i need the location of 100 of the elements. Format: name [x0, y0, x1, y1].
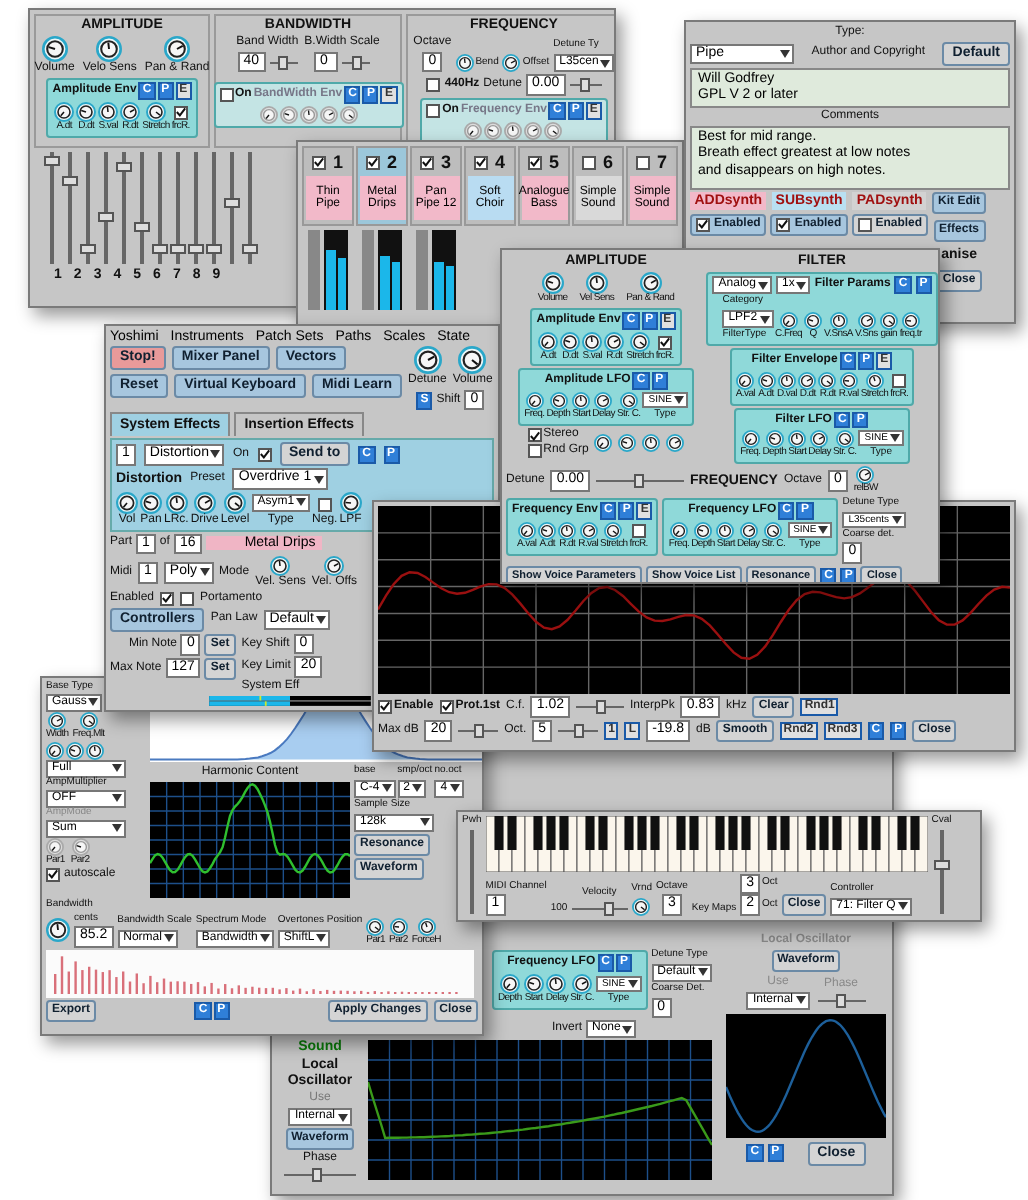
knob[interactable]	[71, 837, 90, 856]
knob[interactable]	[324, 556, 345, 576]
checkbox[interactable]	[426, 103, 441, 118]
slider-track[interactable]	[62, 151, 78, 264]
knob[interactable]	[140, 491, 162, 514]
slider-thumb[interactable]	[62, 176, 78, 187]
knob[interactable]	[810, 430, 829, 449]
slider-thumb[interactable]	[44, 156, 60, 167]
knob[interactable]	[604, 521, 623, 540]
knob[interactable]	[857, 312, 876, 331]
knob[interactable]	[572, 392, 591, 411]
checkbox[interactable]	[527, 444, 542, 459]
knob[interactable]	[693, 521, 712, 540]
knob[interactable]	[455, 54, 474, 73]
checkbox[interactable]	[317, 497, 332, 512]
knob[interactable]	[525, 392, 544, 411]
knob[interactable]	[835, 430, 854, 449]
knob[interactable]	[165, 491, 188, 514]
slider-track[interactable]	[576, 699, 624, 714]
slider-thumb[interactable]	[116, 161, 132, 172]
knob[interactable]	[739, 521, 758, 540]
knob[interactable]	[619, 392, 638, 411]
knob[interactable]	[579, 521, 598, 540]
knob[interactable]	[757, 371, 775, 390]
knob[interactable]	[779, 312, 798, 331]
knob[interactable]	[632, 897, 651, 916]
checkbox[interactable]	[636, 155, 651, 170]
knob[interactable]	[594, 434, 613, 453]
slider-thumb[interactable]	[224, 197, 240, 208]
knob[interactable]	[804, 312, 823, 331]
knob[interactable]	[879, 312, 898, 331]
knob[interactable]	[517, 521, 536, 540]
knob[interactable]	[629, 331, 650, 352]
knob[interactable]	[270, 556, 291, 576]
slider-track[interactable]	[116, 151, 132, 264]
knob[interactable]	[164, 36, 191, 63]
slider-thumb[interactable]	[311, 1168, 322, 1183]
checkbox[interactable]	[46, 867, 60, 881]
knob[interactable]	[413, 346, 442, 374]
knob[interactable]	[41, 36, 68, 63]
knob[interactable]	[46, 741, 64, 760]
checkbox[interactable]	[857, 217, 872, 232]
checkbox[interactable]	[219, 88, 233, 103]
slider-thumb[interactable]	[580, 78, 591, 93]
knob[interactable]	[538, 521, 557, 540]
slider-thumb[interactable]	[134, 222, 150, 233]
slider-track[interactable]	[188, 151, 204, 264]
knob[interactable]	[66, 741, 84, 760]
slider-track[interactable]	[224, 151, 240, 264]
slider-thumb[interactable]	[933, 859, 950, 870]
checkbox[interactable]	[173, 105, 188, 120]
knob[interactable]	[604, 331, 625, 352]
slider-thumb[interactable]	[188, 243, 204, 253]
knob[interactable]	[765, 430, 784, 449]
checkbox[interactable]	[657, 335, 672, 350]
checkbox[interactable]	[426, 78, 441, 93]
knob[interactable]	[736, 371, 755, 390]
checkbox[interactable]	[439, 699, 454, 714]
slider-track[interactable]	[152, 151, 168, 264]
knob[interactable]	[96, 36, 123, 63]
knob[interactable]	[572, 973, 593, 994]
checkbox[interactable]	[582, 155, 597, 170]
checkbox[interactable]	[420, 155, 435, 170]
checkbox[interactable]	[378, 699, 392, 714]
knob[interactable]	[716, 521, 735, 540]
checkbox[interactable]	[776, 217, 791, 232]
knob[interactable]	[224, 491, 247, 514]
slider-track[interactable]	[170, 151, 186, 264]
knob[interactable]	[120, 101, 141, 122]
knob[interactable]	[541, 272, 564, 295]
knob[interactable]	[865, 371, 884, 390]
slider-thumb[interactable]	[634, 474, 645, 489]
checkbox[interactable]	[631, 523, 646, 538]
knob[interactable]	[642, 434, 661, 453]
knob[interactable]	[741, 430, 760, 449]
knob[interactable]	[193, 491, 216, 514]
checkbox[interactable]	[160, 591, 175, 606]
knob[interactable]	[764, 521, 783, 540]
knob[interactable]	[546, 973, 567, 994]
knob[interactable]	[788, 430, 807, 449]
slider-track[interactable]	[242, 151, 258, 264]
knob[interactable]	[856, 466, 875, 485]
slider-thumb[interactable]	[351, 55, 362, 70]
knob[interactable]	[777, 371, 796, 390]
knob[interactable]	[818, 371, 837, 390]
knob[interactable]	[558, 521, 577, 540]
knob[interactable]	[901, 312, 920, 331]
slider-thumb[interactable]	[170, 243, 186, 253]
knob[interactable]	[54, 101, 75, 122]
checkbox[interactable]	[312, 155, 327, 170]
slider-thumb[interactable]	[80, 243, 96, 253]
slider-thumb[interactable]	[278, 55, 289, 70]
slider-track[interactable]	[80, 151, 96, 264]
checkbox[interactable]	[892, 373, 907, 388]
checkbox[interactable]	[527, 428, 542, 443]
knob[interactable]	[366, 918, 385, 937]
knob[interactable]	[417, 918, 436, 937]
slider-track[interactable]	[206, 151, 222, 264]
knob[interactable]	[798, 371, 817, 390]
slider-track[interactable]	[98, 151, 114, 264]
